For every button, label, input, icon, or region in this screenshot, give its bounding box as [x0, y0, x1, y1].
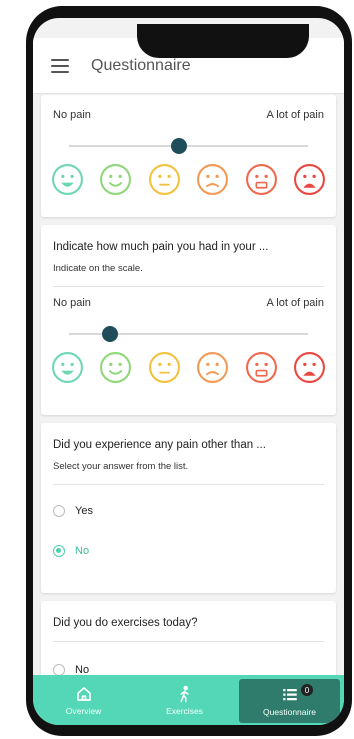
pain-slider-1[interactable] [69, 138, 308, 154]
divider [53, 641, 324, 642]
radio-button[interactable] [53, 505, 65, 517]
home-icon [76, 686, 91, 701]
scale-max-label: A lot of pain [266, 297, 325, 309]
questionnaire-content[interactable]: No pain A lot of pain Indicate how much … [33, 95, 344, 675]
face-smiling-icon[interactable] [99, 351, 132, 384]
notification-badge: 0 [301, 684, 313, 696]
walking-person-icon [180, 685, 189, 702]
radio-option-no[interactable]: No [41, 531, 336, 571]
nav-overview[interactable]: Overview [33, 675, 134, 725]
pain-scale-card-1: No pain A lot of pain [41, 95, 336, 217]
face-laughing-icon[interactable] [51, 163, 84, 196]
face-laughing-icon[interactable] [51, 351, 84, 384]
bottom-navigation: Overview Exercises 0 Questionnaire [33, 675, 344, 725]
slider-thumb[interactable] [170, 138, 187, 154]
face-worried-icon[interactable] [196, 163, 229, 196]
face-neutral-icon[interactable] [148, 351, 181, 384]
scale-labels: No pain A lot of pain [41, 287, 336, 309]
face-crying-icon[interactable] [293, 163, 326, 196]
nav-exercises[interactable]: Exercises [134, 675, 235, 725]
radio-option-no[interactable]: No [41, 650, 336, 675]
radio-button[interactable] [53, 545, 65, 557]
radio-option-yes[interactable]: Yes [41, 491, 336, 531]
face-grimacing-icon[interactable] [245, 351, 278, 384]
face-neutral-icon[interactable] [148, 163, 181, 196]
pain-faces-row [41, 351, 336, 384]
radio-label: No [75, 545, 90, 557]
hamburger-menu-icon[interactable] [51, 58, 69, 73]
exercises-question-card: Did you do exercises today? No [41, 601, 336, 675]
question-title: Indicate how much pain you had in your .… [53, 241, 269, 253]
page-title: Questionnaire [91, 56, 191, 74]
question-title: Did you do exercises today? [53, 617, 198, 629]
nav-label: Overview [65, 705, 102, 716]
question-subtitle: Select your answer from the list. [53, 461, 189, 472]
scale-max-label: A lot of pain [266, 109, 325, 121]
face-smiling-icon[interactable] [99, 163, 132, 196]
list-icon [282, 688, 297, 700]
nav-label: Questionnaire [263, 706, 316, 717]
slider-thumb[interactable] [101, 326, 118, 342]
pain-scale-card-2: Indicate how much pain you had in your .… [41, 225, 336, 415]
radio-label: Yes [75, 505, 93, 517]
scale-min-label: No pain [53, 109, 91, 121]
face-worried-icon[interactable] [196, 351, 229, 384]
scale-labels: No pain A lot of pain [41, 95, 336, 121]
camera-notch [137, 24, 309, 58]
app-screen: Questionnaire No pain A lot of pain Indi… [33, 18, 344, 725]
other-pain-question-card: Did you experience any pain other than .… [41, 423, 336, 593]
question-subtitle: Indicate on the scale. [53, 263, 143, 274]
face-crying-icon[interactable] [293, 351, 326, 384]
face-grimacing-icon[interactable] [245, 163, 278, 196]
question-title: Did you experience any pain other than .… [53, 439, 266, 451]
radio-button[interactable] [53, 664, 65, 675]
nav-questionnaire[interactable]: 0 Questionnaire [239, 679, 340, 723]
radio-label: No [75, 664, 90, 675]
pain-faces-row [41, 163, 336, 196]
scale-min-label: No pain [53, 297, 91, 309]
pain-slider-2[interactable] [69, 326, 308, 342]
nav-label: Exercises [166, 705, 203, 716]
